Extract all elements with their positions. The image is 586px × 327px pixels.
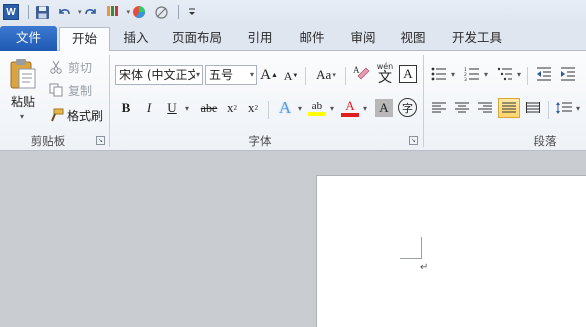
paste-icon[interactable] — [8, 57, 38, 91]
change-case-button[interactable]: Aa ▾ — [312, 65, 340, 85]
font-size-dropdown-icon[interactable]: ▾ — [250, 66, 254, 84]
font-color-button[interactable]: A — [340, 97, 360, 119]
paragraph-mark: ↵ — [420, 262, 429, 273]
group-divider — [109, 55, 110, 147]
pinyin-guide-button[interactable]: wén 文 — [374, 62, 396, 86]
underline-button[interactable]: U — [164, 99, 180, 117]
paste-label[interactable]: 粘贴 — [6, 93, 40, 109]
font-size-value: 五号 — [209, 68, 234, 82]
copy-label[interactable]: 复制 — [66, 82, 94, 98]
ribbon: 粘贴 ▾ 剪切 复制 格式刷 剪贴板 ↘ 宋体 (中文正文) ▾ 五号 ▾ A▲… — [0, 51, 586, 151]
font-name-dropdown-icon[interactable]: ▾ — [196, 66, 200, 84]
text-effects-dropdown-icon[interactable]: ▾ — [296, 99, 304, 117]
group-divider-2 — [423, 55, 424, 147]
word-logo-icon: W — [2, 3, 20, 21]
paragraph-group-label: 段落 — [533, 134, 557, 148]
line-spacing-dropdown-icon[interactable]: ▾ — [574, 101, 582, 115]
clipboard-group-label: 剪贴板 — [30, 134, 66, 148]
font-divider-3 — [268, 101, 269, 119]
ribbon-tabs: 文件 开始 插入 页面布局 引用 邮件 审阅 视图 开发工具 — [0, 24, 586, 52]
distributed-icon[interactable] — [524, 99, 542, 117]
bold-button[interactable]: B — [118, 99, 134, 117]
enclose-char-button[interactable]: 字 — [398, 98, 417, 117]
qat-separator — [28, 5, 29, 19]
font-launcher-icon[interactable]: ↘ — [409, 136, 418, 145]
font-group-label: 字体 — [248, 134, 272, 148]
line-spacing-icon[interactable] — [555, 99, 573, 117]
para-divider-1 — [527, 67, 528, 85]
save-icon[interactable] — [33, 3, 51, 21]
document-page[interactable] — [316, 175, 586, 327]
font-divider-1 — [305, 67, 306, 85]
char-border-button[interactable]: A — [399, 65, 417, 83]
para-divider-2 — [548, 101, 549, 119]
tab-references[interactable]: 引用 — [240, 27, 280, 51]
paste-dropdown-icon[interactable]: ▾ — [17, 111, 27, 121]
tab-file[interactable]: 文件 — [0, 26, 57, 51]
multilevel-list-icon[interactable] — [496, 65, 514, 83]
clipboard-launcher-icon[interactable]: ↘ — [96, 136, 105, 145]
decrease-indent-icon[interactable] — [535, 65, 553, 83]
font-size-combo[interactable]: 五号 ▾ — [205, 65, 257, 85]
font-name-combo[interactable]: 宋体 (中文正文) ▾ — [115, 65, 203, 85]
tab-insert[interactable]: 插入 — [116, 27, 156, 51]
format-painter-icon[interactable] — [104, 3, 122, 21]
superscript-button[interactable]: x2 — [245, 99, 261, 117]
qat-separator-2 — [178, 5, 180, 19]
quick-access-toolbar: W ▾ ▾ — [0, 0, 586, 24]
subscript-button[interactable]: x2 — [224, 99, 240, 117]
format-painter-brush-icon[interactable] — [48, 107, 64, 123]
customize-icon[interactable] — [183, 3, 201, 21]
page-margin-marker — [400, 237, 422, 259]
bullets-dropdown-icon[interactable]: ▾ — [449, 67, 457, 81]
numbering-icon[interactable]: 123 — [463, 65, 481, 83]
highlight-button[interactable]: ab — [307, 97, 327, 119]
cut-label[interactable]: 剪切 — [66, 59, 94, 75]
clear-format-button[interactable]: A — [352, 63, 370, 85]
tab-page-layout[interactable]: 页面布局 — [166, 27, 228, 51]
highlight-color-bar — [308, 112, 326, 116]
change-case-label: Aa — [316, 67, 332, 82]
justify-icon[interactable] — [498, 98, 520, 118]
font-color-label: A — [345, 98, 355, 113]
tab-view[interactable]: 视图 — [393, 27, 433, 51]
highlight-label: ab — [311, 100, 323, 112]
pinyin-char-icon: 文 — [378, 70, 392, 86]
align-center-icon[interactable] — [453, 99, 471, 117]
shrink-font-label: A — [283, 68, 293, 83]
svg-text:3: 3 — [464, 77, 467, 81]
strikethrough-button[interactable]: abe — [196, 99, 222, 117]
color-wheel-icon[interactable] — [130, 3, 148, 21]
copy-icon[interactable] — [48, 82, 64, 98]
char-shading-button[interactable]: A — [375, 99, 393, 117]
grow-font-label: A — [260, 66, 271, 83]
format-painter-label[interactable]: 格式刷 — [66, 107, 104, 123]
underline-dropdown-icon[interactable]: ▾ — [182, 99, 192, 117]
font-name-value: 宋体 (中文正文) — [119, 68, 195, 82]
align-left-icon[interactable] — [430, 99, 448, 117]
font-color-bar — [341, 113, 359, 117]
undo-icon[interactable] — [55, 3, 73, 21]
redo-icon[interactable] — [82, 3, 100, 21]
tab-mailings[interactable]: 邮件 — [292, 27, 332, 51]
text-effects-button[interactable]: A — [275, 97, 295, 119]
clear-icon[interactable] — [152, 3, 170, 21]
svg-text:A: A — [353, 65, 360, 75]
tab-developer[interactable]: 开发工具 — [446, 27, 508, 51]
increase-indent-icon[interactable] — [559, 65, 577, 83]
shrink-font-button[interactable]: A ▼ — [283, 67, 299, 85]
tab-home[interactable]: 开始 — [59, 27, 110, 52]
word-logo: W — [3, 4, 19, 20]
font-divider-2 — [345, 67, 346, 85]
multilevel-dropdown-icon[interactable]: ▾ — [515, 67, 523, 81]
highlight-dropdown-icon[interactable]: ▾ — [328, 99, 336, 117]
grow-font-button[interactable]: A ▲ — [260, 65, 278, 85]
align-right-icon[interactable] — [476, 99, 494, 117]
bullets-icon[interactable] — [430, 65, 448, 83]
italic-button[interactable]: I — [141, 99, 157, 117]
tab-review[interactable]: 审阅 — [343, 27, 383, 51]
font-color-dropdown-icon[interactable]: ▾ — [361, 99, 369, 117]
numbering-dropdown-icon[interactable]: ▾ — [482, 67, 490, 81]
cut-icon[interactable] — [48, 59, 64, 75]
